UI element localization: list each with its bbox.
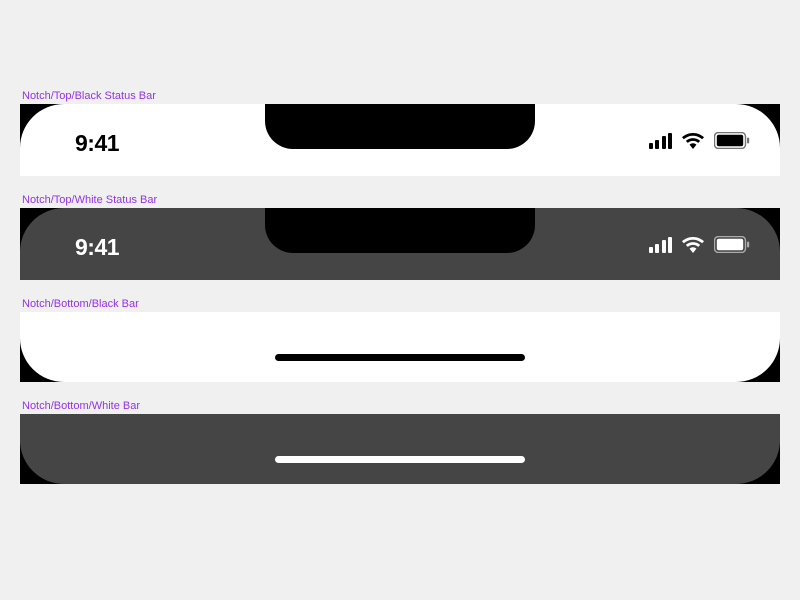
status-bar: 9:41	[20, 104, 780, 176]
component-label: Notch/Top/Black Status Bar	[20, 90, 780, 102]
home-indicator[interactable]	[275, 456, 525, 463]
cellular-icon	[649, 133, 673, 149]
component-label: Notch/Bottom/White Bar	[20, 400, 780, 412]
status-bar-indicators	[649, 132, 751, 149]
battery-icon	[714, 236, 750, 253]
device-notch	[265, 208, 535, 253]
component-label: Notch/Top/White Status Bar	[20, 194, 780, 206]
status-bar-indicators	[649, 236, 751, 253]
status-bar-time: 9:41	[75, 234, 119, 261]
device-notch	[265, 104, 535, 149]
bottom-bar-surface	[20, 414, 780, 484]
component-notch-top-white-status-bar: Notch/Top/White Status Bar 9:41	[20, 194, 780, 280]
status-bar-time: 9:41	[75, 130, 119, 157]
component-label: Notch/Bottom/Black Bar	[20, 298, 780, 310]
component-notch-bottom-white-bar: Notch/Bottom/White Bar	[20, 400, 780, 484]
cellular-icon	[649, 237, 673, 253]
wifi-icon	[682, 237, 704, 253]
component-notch-top-black-status-bar: Notch/Top/Black Status Bar 9:41	[20, 90, 780, 176]
bottom-bar-surface	[20, 312, 780, 382]
status-bar: 9:41	[20, 208, 780, 280]
home-indicator[interactable]	[275, 354, 525, 361]
wifi-icon	[682, 133, 704, 149]
component-notch-bottom-black-bar: Notch/Bottom/Black Bar	[20, 298, 780, 382]
bottom-bar	[20, 312, 780, 382]
bottom-bar	[20, 414, 780, 484]
battery-icon	[714, 132, 750, 149]
